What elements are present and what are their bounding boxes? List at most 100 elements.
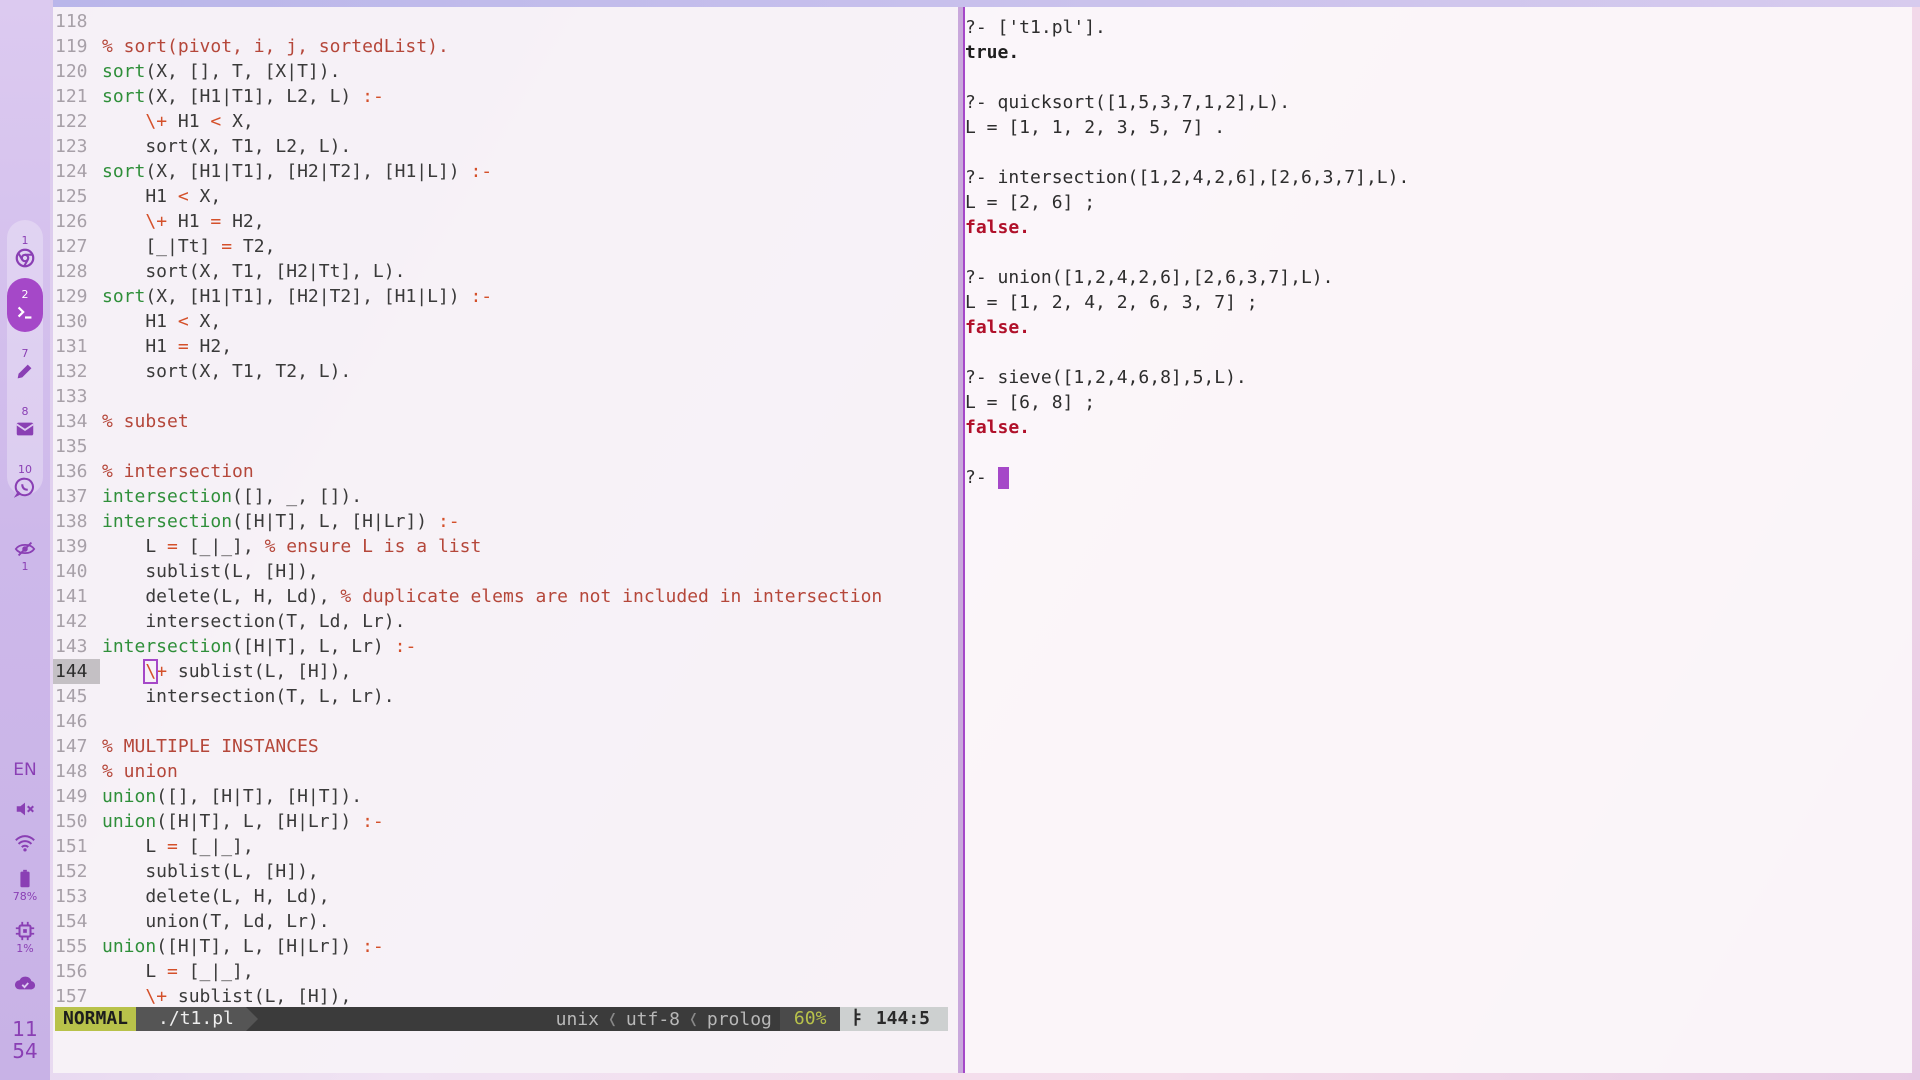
cloud-check-icon [14, 976, 36, 990]
workspace-number: 2 [21, 287, 29, 301]
predicate-name: intersection [102, 486, 233, 507]
prolog-terminal-pane[interactable]: ?- ['t1.pl']. true. ?- quicksort([1,5,3,… [963, 7, 1912, 1073]
line-number: 157 [55, 986, 88, 1007]
predicate-name: intersection [102, 636, 233, 657]
operator: + [156, 661, 168, 682]
line-text [100, 9, 102, 34]
cpu-status[interactable]: 1% [5, 920, 45, 955]
line-number: 131 [55, 336, 88, 357]
mail-icon [16, 422, 34, 435]
language-indicator[interactable]: EN [5, 760, 45, 780]
code-line: 152 sublist(L, [H]), [53, 859, 958, 884]
predicate-name: intersection [102, 511, 233, 532]
code-line: 133 [53, 384, 958, 409]
line-number: 133 [55, 386, 88, 407]
result-false: false. [965, 217, 1031, 238]
code-text: intersection(T, L, Lr). [102, 686, 395, 707]
line-number: 120 [55, 61, 88, 82]
window-top-accent [53, 0, 1920, 7]
code-text: H1 [102, 311, 178, 332]
code-text: [_|_], [177, 961, 254, 982]
workspace-1[interactable]: 1 [7, 224, 43, 278]
code-line: 139 L = [_|_], % ensure L is a list [53, 534, 958, 559]
volume-muted-icon [16, 802, 34, 816]
workspace-8[interactable]: 8 [7, 395, 43, 449]
operator: = [210, 211, 222, 232]
whatsapp-icon [14, 477, 34, 498]
workspace-number: 1 [21, 233, 29, 247]
cloud-sync-status[interactable] [5, 972, 45, 994]
code-line: 125 H1 < X, [53, 184, 958, 209]
query-line: ?- union([1,2,4,2,6],[2,6,3,7],L). [965, 267, 1334, 288]
input-prompt-line[interactable]: ?- [965, 465, 1409, 490]
code-line: 156 L = [_|_], [53, 959, 958, 984]
code-text: ([H|T], L, [H|Lr]) [232, 511, 438, 532]
line-number: 151 [55, 836, 88, 857]
code-line: 138 intersection([H|T], L, [H|Lr]) :- [53, 509, 958, 534]
result-line: L = [2, 6] ; [965, 192, 1096, 213]
operator: :- [362, 811, 384, 832]
language-label: EN [13, 760, 37, 780]
vim-statusline: NORMAL ./t1.pl unix ❬ utf-8 ❬ prolog 60%… [55, 1007, 948, 1031]
code-text: sublist(L, [H]), [167, 986, 352, 1007]
workspace-hidden[interactable]: 1 [7, 528, 43, 582]
code-line: 149 union([], [H|T], [H|T]). [53, 784, 958, 809]
clock[interactable]: 11 54 [5, 1018, 45, 1062]
operator: = [167, 536, 178, 557]
workspace-7[interactable]: 7 [7, 337, 43, 391]
code-text: sort(X, T1, T2, L). [102, 361, 352, 382]
line-number: 143 [55, 636, 88, 657]
code-text: H1 [102, 336, 178, 357]
code-text: L [102, 536, 168, 557]
current-line: 144 \+ sublist(L, [H]), [53, 659, 958, 684]
battery-level: 78% [12, 890, 38, 903]
line-number-icon: ㅑ [848, 1008, 865, 1029]
text-cursor: \ [143, 659, 159, 684]
separator-icon: ❬ [688, 1008, 699, 1030]
code-line: 142 intersection(T, Ld, Lr). [53, 609, 958, 634]
result-line: L = [1, 1, 2, 3, 5, 7] . [965, 117, 1226, 138]
side-dock: 1 2 7 8 10 1 EN 78% 1% 11 54 [0, 0, 50, 1080]
predicate-name: union [102, 811, 157, 832]
query-line: ?- sieve([1,2,4,6,8],5,L). [965, 367, 1247, 388]
volume-control[interactable] [5, 798, 45, 820]
code-line: 118 [53, 9, 958, 34]
prompt: ?- [965, 467, 998, 488]
line-number: 142 [55, 611, 88, 632]
code-buffer[interactable]: 118 119% sort(pivot, i, j, sortedList). … [53, 9, 958, 1009]
cpu-icon [15, 921, 35, 941]
code-text: H1 [102, 186, 178, 207]
code-text: X, [188, 311, 222, 332]
comment: % ensure L is a list [264, 536, 482, 557]
code-text: ([H|T], L, [H|Lr]) [156, 936, 363, 957]
code-line: 148 % union [53, 759, 958, 784]
workspace-2[interactable]: 2 [7, 278, 43, 332]
code-line: 119 % sort(pivot, i, j, sortedList). [53, 34, 958, 59]
workspace-number: 10 [18, 462, 32, 476]
line-number: 129 [55, 286, 88, 307]
operator: \+ [145, 111, 168, 132]
battery-status[interactable]: 78% [5, 868, 45, 903]
file-name: ./t1.pl [136, 1007, 258, 1031]
line-number: 137 [55, 486, 88, 507]
code-line: 147 % MULTIPLE INSTANCES [53, 734, 958, 759]
operator: < [210, 111, 222, 132]
line-number: 148 [55, 761, 88, 782]
operator: :- [470, 286, 493, 307]
code-text: sort(X, T1, [H2|Tt], L). [102, 261, 406, 282]
code-text: union(T, Ld, Lr). [102, 911, 330, 932]
wifi-status[interactable] [5, 832, 45, 854]
operator: :- [437, 511, 460, 532]
vim-editor-pane[interactable]: 118 119% sort(pivot, i, j, sortedList). … [53, 7, 958, 1073]
file-encoding: utf-8 [625, 1008, 681, 1030]
line-number: 118 [55, 11, 88, 32]
workspace-10[interactable]: 10 [7, 453, 43, 507]
line-number: 139 [55, 536, 88, 557]
pencil-icon [17, 364, 32, 378]
code-line: 122 \+ H1 < X, [53, 109, 958, 134]
line-number: 155 [55, 936, 88, 957]
